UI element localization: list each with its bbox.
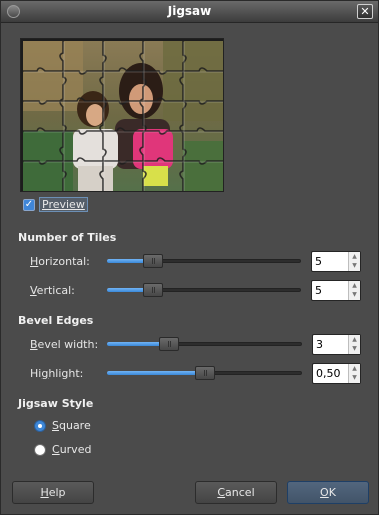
spin-up-icon[interactable]: ▲: [349, 364, 360, 373]
vertical-spinbutton[interactable]: 5 ▲ ▼: [311, 280, 361, 301]
horizontal-spin-arrows[interactable]: ▲ ▼: [348, 252, 360, 271]
style-heading: Jigsaw Style: [18, 397, 94, 410]
vertical-spin-arrows[interactable]: ▲ ▼: [348, 281, 360, 300]
spin-up-icon[interactable]: ▲: [349, 281, 360, 290]
highlight-spinbutton[interactable]: 0,50 ▲ ▼: [312, 363, 361, 384]
spin-up-icon[interactable]: ▲: [349, 252, 360, 261]
spin-down-icon[interactable]: ▼: [349, 261, 360, 270]
bevel-width-label: Bevel width:: [30, 338, 99, 351]
vertical-slider-handle[interactable]: [143, 283, 163, 297]
square-label[interactable]: Square: [52, 419, 91, 432]
horizontal-spinbutton[interactable]: 5 ▲ ▼: [311, 251, 361, 272]
vertical-label: Vertical:: [30, 284, 75, 297]
close-button[interactable]: ✕: [357, 4, 373, 19]
window-title: Jigsaw: [167, 4, 212, 18]
jigsaw-preview-photo: [23, 41, 223, 191]
bevel-width-slider-handle[interactable]: [159, 337, 179, 351]
horizontal-label: Horizontal:: [30, 255, 90, 268]
bevel-heading: Bevel Edges: [18, 314, 94, 327]
curved-radio[interactable]: [34, 444, 46, 456]
vertical-value[interactable]: 5: [315, 284, 322, 297]
curved-label[interactable]: Curved: [52, 443, 91, 456]
bevel-width-spin-arrows[interactable]: ▲ ▼: [348, 335, 360, 354]
highlight-slider[interactable]: [107, 366, 302, 380]
highlight-spin-arrows[interactable]: ▲ ▼: [348, 364, 360, 383]
title-bar[interactable]: Jigsaw ✕: [1, 1, 378, 23]
bevel-width-slider[interactable]: [107, 337, 302, 351]
tiles-heading: Number of Tiles: [18, 231, 117, 244]
spin-down-icon[interactable]: ▼: [349, 373, 360, 382]
preview-image: [23, 41, 223, 191]
highlight-value[interactable]: 0,50: [316, 367, 341, 380]
preview-label[interactable]: Preview: [39, 197, 88, 212]
square-radio[interactable]: [34, 420, 46, 432]
horizontal-slider[interactable]: [107, 254, 301, 268]
horizontal-value[interactable]: 5: [315, 255, 322, 268]
highlight-label: Highlight:: [30, 367, 84, 380]
bevel-width-spinbutton[interactable]: 3 ▲ ▼: [312, 334, 361, 355]
help-button[interactable]: Help: [12, 481, 94, 504]
spin-up-icon[interactable]: ▲: [349, 335, 360, 344]
preview-checkbox[interactable]: ✓: [23, 199, 35, 211]
checkmark-icon: ✓: [24, 199, 34, 210]
ok-button[interactable]: OK: [287, 481, 369, 504]
close-icon: ✕: [360, 5, 370, 18]
highlight-slider-fill: [107, 371, 205, 375]
vertical-slider[interactable]: [107, 283, 301, 297]
jigsaw-dialog: Jigsaw ✕ ✓ Preview Number of Tiles Horiz…: [0, 0, 379, 515]
highlight-slider-handle[interactable]: [195, 366, 215, 380]
bevel-width-value[interactable]: 3: [316, 338, 323, 351]
cancel-button[interactable]: Cancel: [195, 481, 277, 504]
preview-frame: [20, 38, 224, 192]
spin-down-icon[interactable]: ▼: [349, 290, 360, 299]
spin-down-icon[interactable]: ▼: [349, 344, 360, 353]
horizontal-slider-handle[interactable]: [143, 254, 163, 268]
